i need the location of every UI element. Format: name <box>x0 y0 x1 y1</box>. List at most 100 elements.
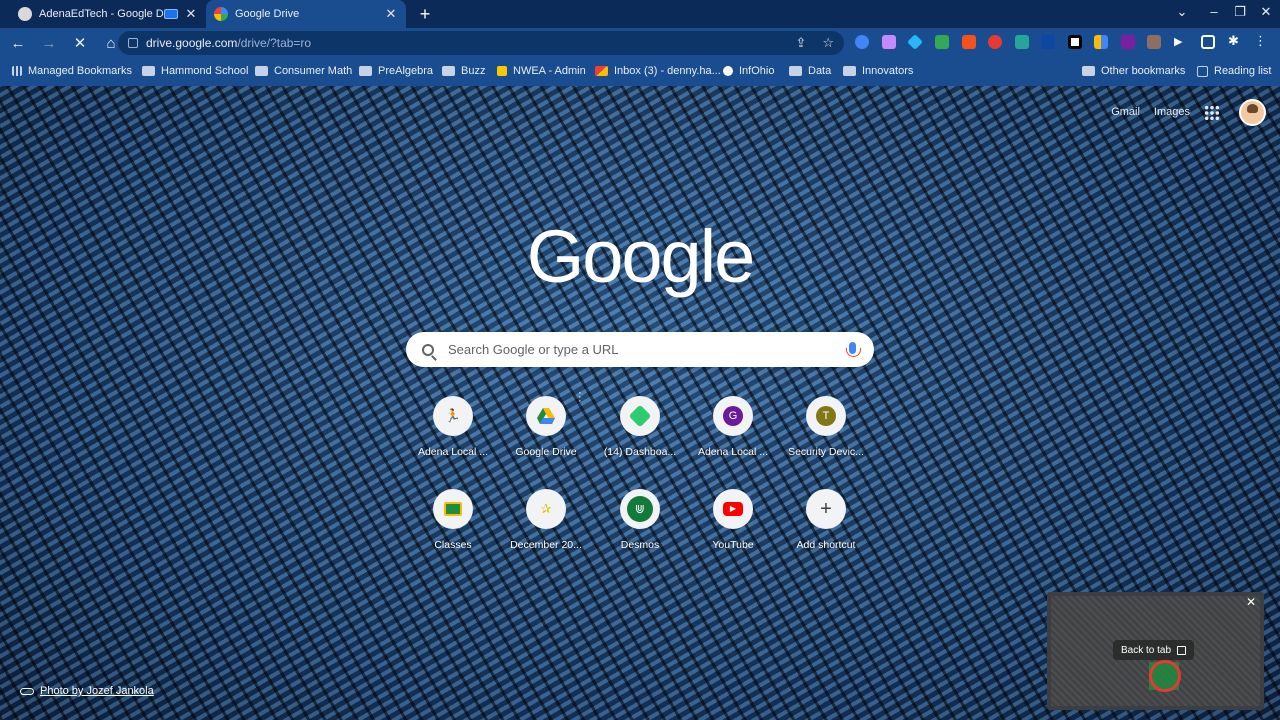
folder-icon <box>843 66 856 76</box>
shortcut-adena-local[interactable]: 🏃 Adena Local ... <box>408 396 498 458</box>
tab-title: AdenaEdTech - Google Drive <box>39 8 164 20</box>
folder-icon <box>1082 66 1095 76</box>
stop-loading-icon[interactable]: ✕ <box>67 30 93 56</box>
url-host: drive.google.com <box>146 36 238 50</box>
tab-google-drive[interactable]: Google Drive ✕ <box>206 0 406 28</box>
link-icon <box>20 687 34 695</box>
folder-icon <box>142 66 155 76</box>
shortcut-dashboard[interactable]: (14) Dashboa... <box>595 396 685 458</box>
nwea-icon <box>497 66 507 76</box>
bookmark-infohio[interactable]: InfOhio <box>723 65 774 77</box>
bookmarks-bar: Managed Bookmarks Hammond School Consume… <box>0 58 1280 86</box>
url-path: /drive/?tab=ro <box>237 36 312 50</box>
share-icon[interactable]: ⇪ <box>795 35 806 51</box>
bookmark-consumer-math[interactable]: Consumer Math <box>255 65 352 77</box>
extension-brown-icon[interactable] <box>1147 35 1161 49</box>
bookmark-nwea-admin[interactable]: NWEA - Admin <box>497 65 586 77</box>
back-icon[interactable]: ← <box>5 30 31 56</box>
g-letter-icon: G <box>713 396 753 436</box>
classroom-icon <box>433 489 473 529</box>
runner-icon: 🏃 <box>433 396 473 436</box>
site-info-icon[interactable] <box>128 38 138 48</box>
gmail-icon <box>595 66 608 76</box>
reading-list-button[interactable]: Reading list <box>1197 65 1271 77</box>
picture-in-picture-window[interactable]: ✕ Back to tab <box>1047 592 1264 710</box>
shortcut-classes[interactable]: Classes <box>408 489 498 551</box>
desmos-icon: ⋓ <box>620 489 660 529</box>
tab-search-icon[interactable]: ⌄ <box>1172 4 1192 20</box>
tab-strip: AdenaEdTech - Google Drive ✕ Google Driv… <box>0 0 1280 28</box>
extension-purple-icon[interactable] <box>1121 35 1135 49</box>
drive-icon <box>526 396 566 436</box>
dashboard-icon <box>620 396 660 436</box>
google-logo: Google <box>526 215 756 298</box>
extension-shield-icon[interactable] <box>855 35 869 49</box>
youtube-icon: ▶ <box>713 489 753 529</box>
new-tab-button[interactable]: + <box>414 3 436 25</box>
extension-check-icon[interactable] <box>935 35 949 49</box>
shortcut-december[interactable]: ✰ December 20... <box>501 489 591 551</box>
adena-favicon-icon <box>18 7 32 21</box>
bookmark-data[interactable]: Data <box>789 65 831 77</box>
extension-play-icon[interactable]: ▶ <box>1174 35 1188 49</box>
shortcut-menu-icon[interactable]: · · · <box>578 388 582 407</box>
google-apps-icon[interactable] <box>1204 105 1220 121</box>
star-icon: ✰ <box>526 489 566 529</box>
gmail-link[interactable]: Gmail <box>1111 106 1140 118</box>
shortcut-youtube[interactable]: ▶ YouTube <box>688 489 778 551</box>
search-input[interactable]: Search Google or type a URL <box>406 332 874 367</box>
extension-grid-icon[interactable] <box>1041 35 1055 49</box>
minimize-icon[interactable]: – <box>1204 4 1224 19</box>
plus-icon: + <box>806 489 846 529</box>
shortcut-adena-local-2[interactable]: G Adena Local ... <box>688 396 778 458</box>
photo-credit-link[interactable]: Photo by Jozef Jankola <box>20 685 154 697</box>
avatar[interactable] <box>1239 99 1266 126</box>
search-icon <box>422 343 434 356</box>
back-to-tab-button[interactable]: Back to tab <box>1113 640 1195 660</box>
bookmark-innovators[interactable]: Innovators <box>843 65 913 77</box>
tab-title: Google Drive <box>235 8 300 20</box>
t-letter-icon: T <box>806 396 846 436</box>
power-icon <box>723 66 733 76</box>
search-placeholder: Search Google or type a URL <box>448 342 619 357</box>
pip-close-icon[interactable]: ✕ <box>1246 595 1256 609</box>
forward-icon[interactable]: → <box>36 30 62 56</box>
shortcut-desmos[interactable]: ⋓ Desmos <box>595 489 685 551</box>
maximize-icon[interactable]: ❐ <box>1230 4 1250 20</box>
close-tab-icon[interactable]: ✕ <box>384 6 398 22</box>
address-bar[interactable]: drive.google.com/drive/?tab=ro ⇪ ☆ <box>118 31 844 55</box>
extension-edit-icon[interactable] <box>1015 35 1029 49</box>
microphone-icon[interactable] <box>846 342 861 357</box>
casting-icon <box>164 9 178 19</box>
extensions-puzzle-icon[interactable]: ✱ <box>1228 33 1242 48</box>
top-links: Gmail Images <box>1111 106 1190 118</box>
drive-favicon-icon <box>214 7 228 21</box>
folder-icon <box>359 66 372 76</box>
grid-icon <box>12 66 22 76</box>
window-close-icon[interactable]: ✕ <box>1256 4 1276 20</box>
toolbar: ← → ✕ ⌂ drive.google.com/drive/?tab=ro ⇪… <box>0 28 1280 58</box>
extension-square-icon[interactable] <box>1068 35 1082 49</box>
bookmark-inbox[interactable]: Inbox (3) - denny.ha... <box>595 65 721 77</box>
shortcut-security-device[interactable]: T Security Devic... <box>781 396 871 458</box>
bookmark-prealgebra[interactable]: PreAlgebra <box>359 65 433 77</box>
extension-pen-icon[interactable] <box>882 35 896 49</box>
add-shortcut-button[interactable]: + Add shortcut <box>781 489 871 551</box>
bookmark-other-bookmarks[interactable]: Other bookmarks <box>1082 65 1185 77</box>
extension-shapes-icon[interactable] <box>1094 35 1108 49</box>
tab-adenaedtech[interactable]: AdenaEdTech - Google Drive ✕ <box>10 0 206 28</box>
folder-icon <box>789 66 802 76</box>
folder-icon <box>442 66 455 76</box>
bookmark-buzz[interactable]: Buzz <box>442 65 485 77</box>
menu-kebab-icon[interactable]: ⋮ <box>1254 33 1268 48</box>
images-link[interactable]: Images <box>1154 106 1190 118</box>
extension-flag-icon[interactable] <box>962 35 976 49</box>
bookmark-star-icon[interactable]: ☆ <box>822 35 834 51</box>
close-tab-icon[interactable]: ✕ <box>184 6 198 22</box>
picture-in-picture-icon[interactable] <box>1201 35 1215 49</box>
open-in-new-icon <box>1177 645 1187 655</box>
bookmark-managed-bookmarks[interactable]: Managed Bookmarks <box>12 65 132 77</box>
bookmark-hammond-school[interactable]: Hammond School <box>142 65 248 77</box>
extension-red-icon[interactable] <box>988 35 1002 49</box>
cursor-highlight-ring <box>1149 660 1181 692</box>
